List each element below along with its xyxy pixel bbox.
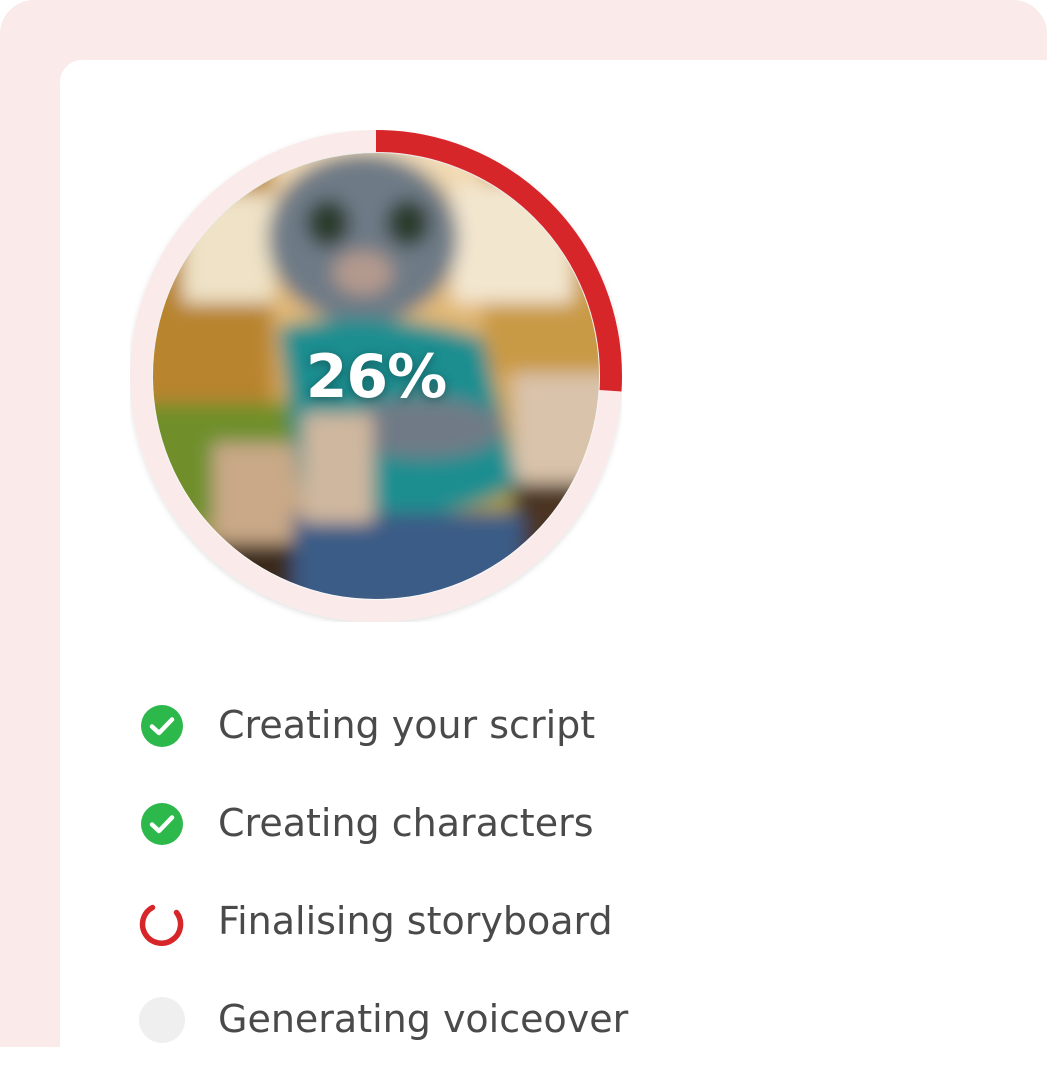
step-label: Generating voiceover (218, 997, 629, 1041)
check-circle-icon (138, 800, 186, 848)
step-label: Creating characters (218, 801, 594, 845)
pending-circle-icon (138, 996, 186, 1044)
steps-list: Creating your script Creating characters… (138, 700, 658, 1092)
spinner-icon (138, 898, 186, 946)
step-label: Creating your script (218, 703, 596, 747)
progress-ring: 26% (130, 130, 622, 622)
step-generating-voiceover: Generating voiceover (138, 994, 658, 1092)
progress-percent: 26% (305, 342, 448, 412)
check-circle-icon (138, 702, 186, 750)
step-finalising-storyboard: Finalising storyboard (138, 896, 658, 994)
step-creating-characters: Creating characters (138, 798, 658, 896)
step-label: Finalising storyboard (218, 899, 613, 943)
step-creating-script: Creating your script (138, 700, 658, 798)
